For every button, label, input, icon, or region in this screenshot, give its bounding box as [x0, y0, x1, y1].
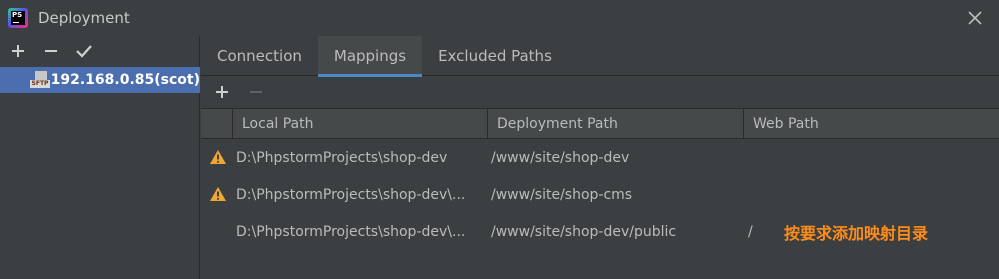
warning-icon [210, 187, 226, 201]
annotation-text: 按要求添加映射目录 [784, 223, 929, 243]
deployment-path-cell[interactable]: /www/site/shop-cms [491, 187, 632, 203]
table-header: Local Path Deployment Path Web Path [201, 108, 999, 139]
main-panel: Connection Mappings Excluded Paths Local… [201, 36, 999, 279]
web-path-cell[interactable]: / [748, 224, 753, 240]
remove-mapping-button [244, 80, 268, 104]
local-path-cell[interactable]: D:\PhpstormProjects\shop-dev [236, 150, 447, 166]
table-row[interactable]: D:\PhpstormProjects\shop-dev\... /www/si… [201, 213, 999, 250]
server-sidebar: SFTP 192.168.0.85(scot) [0, 36, 200, 279]
server-item[interactable]: SFTP 192.168.0.85(scot) [0, 67, 200, 93]
close-icon[interactable] [965, 8, 985, 28]
plus-icon [216, 85, 228, 98]
plus-icon [12, 45, 24, 57]
sidebar-toolbar [0, 36, 199, 66]
table-row[interactable]: D:\PhpstormProjects\shop-dev /www/site/s… [201, 139, 999, 176]
tab-excluded-paths[interactable]: Excluded Paths [422, 36, 568, 76]
tab-connection[interactable]: Connection [201, 36, 318, 76]
mappings-table: Local Path Deployment Path Web Path D:\P… [201, 108, 999, 250]
table-row[interactable]: D:\PhpstormProjects\shop-dev\... /www/si… [201, 176, 999, 213]
header-icon-column [201, 109, 233, 139]
tab-bar: Connection Mappings Excluded Paths [201, 36, 999, 77]
deployment-path-cell[interactable]: /www/site/shop-dev/public [491, 224, 676, 240]
deployment-path-cell[interactable]: /www/site/shop-dev [491, 150, 629, 166]
server-label: 192.168.0.85(scot) [50, 72, 200, 88]
title-bar: PS Deployment [0, 0, 999, 36]
column-header-web-path[interactable]: Web Path [744, 109, 999, 139]
local-path-cell[interactable]: D:\PhpstormProjects\shop-dev\... [236, 187, 465, 203]
sftp-icon: SFTP [30, 70, 50, 90]
mappings-toolbar [201, 76, 999, 107]
column-header-deployment-path[interactable]: Deployment Path [488, 109, 744, 139]
checkmark-icon [76, 45, 92, 58]
window-title: Deployment [38, 9, 130, 27]
phpstorm-icon: PS [8, 8, 28, 28]
set-default-button[interactable] [72, 39, 96, 63]
remove-server-button[interactable] [39, 39, 63, 63]
column-header-local-path[interactable]: Local Path [233, 109, 488, 139]
local-path-cell[interactable]: D:\PhpstormProjects\shop-dev\... [236, 224, 465, 240]
tab-mappings[interactable]: Mappings [317, 36, 423, 77]
add-mapping-button[interactable] [210, 80, 234, 104]
minus-icon [250, 90, 262, 93]
minus-icon [45, 50, 57, 52]
add-server-button[interactable] [6, 39, 30, 63]
warning-icon [210, 150, 226, 164]
